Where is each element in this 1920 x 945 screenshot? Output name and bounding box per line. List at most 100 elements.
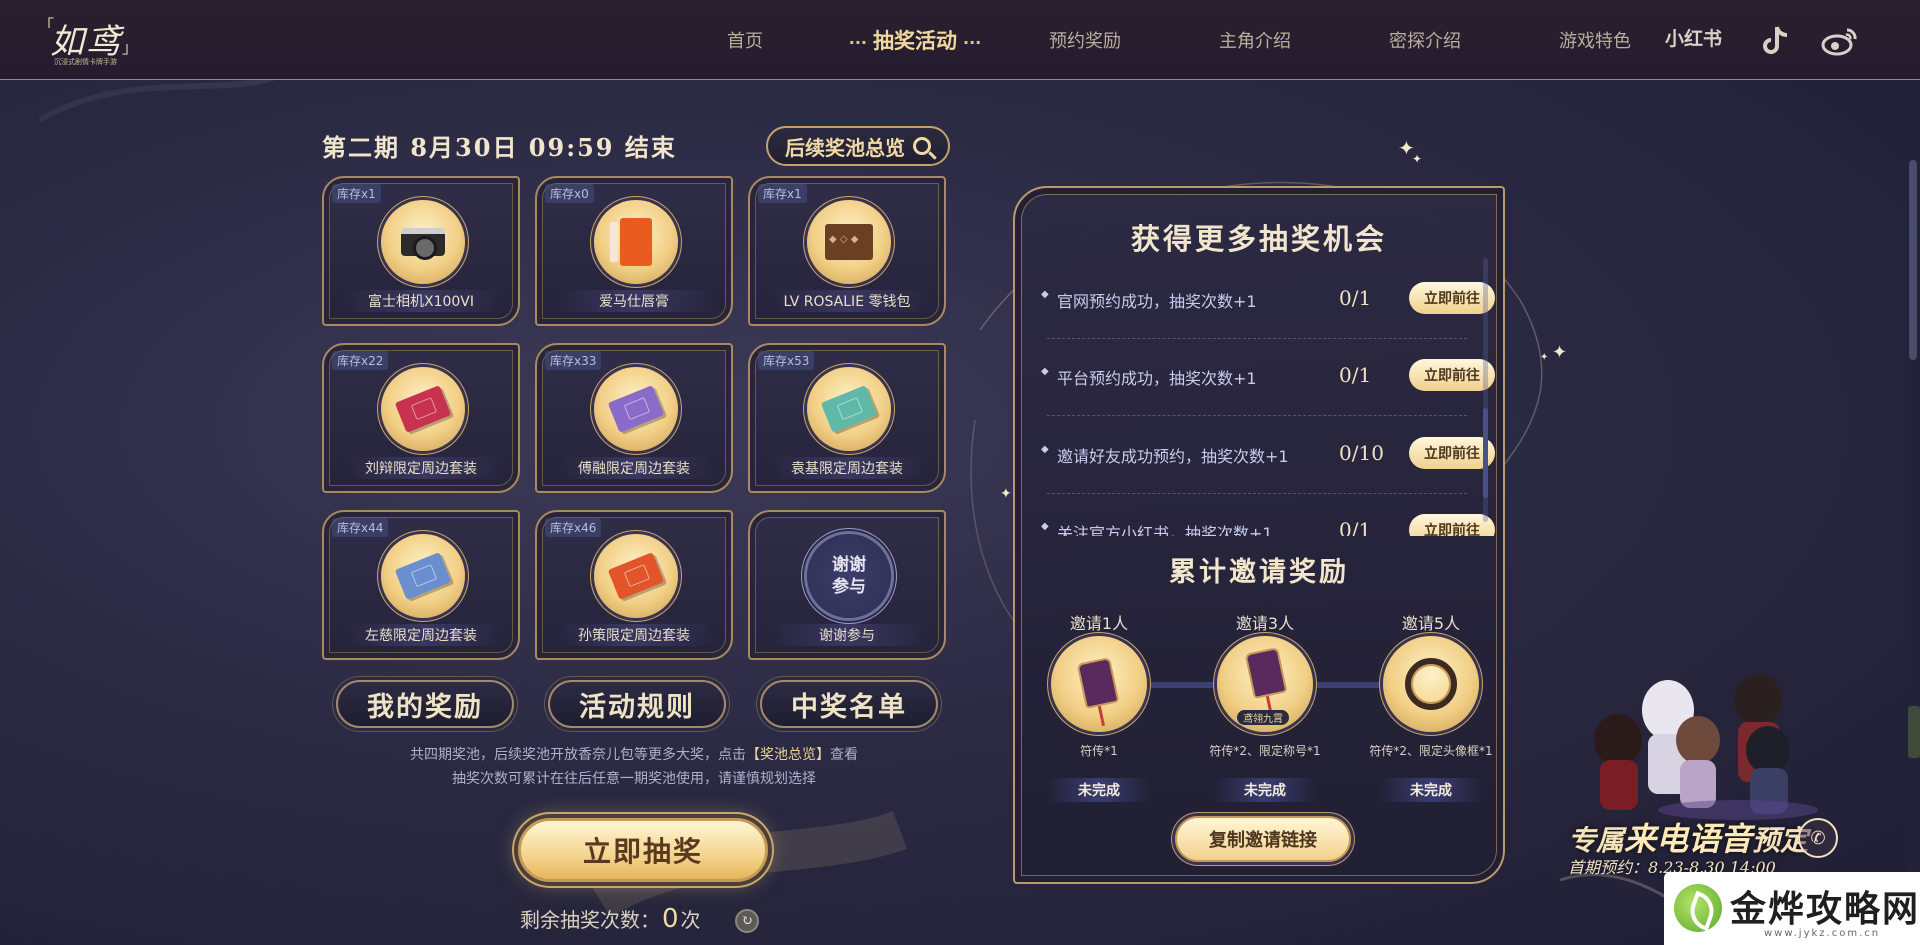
prize-name: 傅融限定周边套装: [578, 461, 690, 477]
merch-book-icon: [594, 367, 678, 451]
task-progress: 0/1: [1339, 518, 1372, 536]
remaining-value: 0: [662, 904, 679, 934]
main-nav: 首页 抽奖活动 预约奖励 主角介绍 密探介绍 游戏特色: [660, 0, 1680, 80]
nav-lottery[interactable]: 抽奖活动: [830, 25, 1000, 55]
pool-overview-link[interactable]: 【奖池总览】: [746, 747, 830, 763]
weibo-icon[interactable]: [1820, 24, 1860, 58]
prize-card-liubian-set[interactable]: 库存x22 刘辩限定周边套装: [322, 343, 520, 493]
task-item: 平台预约成功，抽奖次数+1 0/1 立即前往: [1039, 353, 1495, 429]
task-label: 关注官方小红书，抽奖次数+1: [1041, 520, 1273, 536]
sparkle-icon: ✦: [1000, 486, 1012, 502]
prize-card-lipstick[interactable]: 库存x0 爱马仕唇膏: [535, 176, 733, 326]
prize-grid: 库存x1 富士相机X100VI 库存x0 爱马仕唇膏 库存x1 LV ROSAL…: [322, 176, 946, 662]
prize-stock: 库存x22: [332, 351, 389, 370]
task-item: 官网预约成功，抽奖次数+1 0/1 立即前往: [1039, 276, 1495, 352]
task-list[interactable]: 官网预约成功，抽奖次数+1 0/1 立即前往 平台预约成功，抽奖次数+1 0/1…: [1039, 276, 1495, 536]
prize-name: 刘辩限定周边套装: [365, 461, 477, 477]
thanks-badge: 谢谢参与: [807, 534, 891, 618]
tiktok-icon[interactable]: [1758, 24, 1792, 58]
my-rewards-button[interactable]: 我的奖励: [336, 680, 514, 728]
invite-tier-head: 邀请5人: [1401, 614, 1461, 633]
prize-stock: 库存x46: [545, 518, 602, 537]
prize-stock: 库存x33: [545, 351, 602, 370]
prize-stock: 库存x1: [758, 184, 807, 203]
title-tag: 鸢翎九霄: [1237, 710, 1289, 725]
chibi-characters-illustration: [1594, 674, 1818, 820]
prize-card-zuoci-set[interactable]: 库存x44 左慈限定周边套装: [322, 510, 520, 660]
task-label: 官网预约成功，抽奖次数+1: [1041, 288, 1257, 312]
nav-protagonist[interactable]: 主角介绍: [1170, 27, 1340, 53]
invite-tier-status: 未完成: [1213, 778, 1317, 802]
camera-icon: [381, 200, 465, 284]
lipstick-icon: [594, 200, 678, 284]
divider: [1047, 338, 1467, 339]
invite-tier-status: 未完成: [1047, 778, 1151, 802]
invite-tier-head: 邀请1人: [1069, 614, 1129, 633]
activity-rules-button[interactable]: 活动规则: [548, 680, 726, 728]
prize-card-wallet[interactable]: 库存x1 LV ROSALIE 零钱包: [748, 176, 946, 326]
promo-title-part: 来电: [1624, 820, 1689, 858]
nav-reservation-rewards[interactable]: 预约奖励: [1000, 27, 1170, 53]
scrollbar-thumb[interactable]: [1483, 408, 1488, 498]
talisman-icon: [1051, 636, 1147, 732]
wallet-icon: [807, 200, 891, 284]
top-navigation-bar: 「 如鸢 」 沉浸式剧情卡牌手游 首页 抽奖活动 预约奖励 主角介绍 密探介绍 …: [0, 0, 1920, 80]
remaining-label: 剩余抽奖次数：: [520, 908, 660, 932]
prize-name: 左慈限定周边套装: [365, 628, 477, 644]
side-float-tab[interactable]: [1908, 706, 1920, 758]
refresh-icon[interactable]: ↻: [735, 909, 759, 933]
voice-call-promo[interactable]: 专属来电语音预定 首期预约：8.23-8.30 14:00 ✆: [1558, 660, 1858, 878]
sparkle-icon: ✦: [1412, 152, 1423, 166]
prize-name: LV ROSALIE 零钱包: [783, 294, 911, 310]
prize-name: 爱马仕唇膏: [599, 294, 669, 310]
invite-tier-3: 邀请3人 鸢翎九霄 符传*2、限定称号*1 未完成: [1195, 610, 1335, 810]
prize-card-furong-set[interactable]: 库存x33 傅融限定周边套装: [535, 343, 733, 493]
task-progress: 0/10: [1339, 441, 1384, 465]
task-list-scrollbar[interactable]: [1483, 258, 1488, 522]
site-watermark: 金烨攻略网 www.jykz.com.cn: [1664, 872, 1920, 945]
task-progress: 0/1: [1339, 363, 1372, 387]
prize-card-yuanji-set[interactable]: 库存x53 袁基限定周边套装: [748, 343, 946, 493]
prize-name: 孙策限定周边套装: [578, 628, 690, 644]
task-label: 邀请好友成功预约，抽奖次数+1: [1041, 443, 1289, 467]
phone-icon[interactable]: ✆: [1798, 818, 1838, 858]
draw-now-button[interactable]: 立即抽奖: [518, 818, 768, 882]
divider: [1047, 415, 1467, 416]
logo-bracket-right: 」: [122, 38, 139, 57]
prize-card-sunce-set[interactable]: 库存x46 孙策限定周边套装: [535, 510, 733, 660]
nav-agents[interactable]: 密探介绍: [1340, 27, 1510, 53]
invite-tier-1: 邀请1人 符传*1 未完成: [1029, 610, 1169, 810]
prize-card-thanks[interactable]: 谢谢参与 谢谢参与: [748, 510, 946, 660]
game-logo[interactable]: 「 如鸢 」 沉浸式剧情卡牌手游: [38, 12, 138, 70]
task-item: 邀请好友成功预约，抽奖次数+1 0/10 立即前往: [1039, 431, 1495, 507]
page-scrollbar-thumb[interactable]: [1909, 160, 1917, 360]
invite-tier-status: 未完成: [1379, 778, 1483, 802]
invite-tier-desc: 符传*1: [1080, 744, 1118, 758]
prize-stock: 库存x53: [758, 351, 815, 370]
page-scrollbar[interactable]: [1906, 80, 1920, 945]
sparkle-icon: ✦: [1540, 352, 1549, 363]
xiaohongshu-link[interactable]: 小红书: [1665, 24, 1722, 51]
pool-overview-label: 后续奖池总览: [785, 135, 905, 160]
task-progress: 0/1: [1339, 286, 1372, 310]
nav-features[interactable]: 游戏特色: [1510, 27, 1680, 53]
period-deadline: 第二期 8月30日 09:59 结束: [322, 133, 677, 162]
avatar-frame-icon: [1383, 636, 1479, 732]
invite-tier-desc: 符传*2、限定头像框*1: [1369, 744, 1493, 758]
copy-invite-link-button[interactable]: 复制邀请链接: [1175, 816, 1351, 862]
more-chances-title: 获得更多抽奖机会: [1130, 222, 1387, 256]
invite-tier-desc: 符传*2、限定称号*1: [1209, 744, 1321, 758]
invite-tier-head: 邀请3人: [1235, 614, 1295, 633]
pool-overview-button[interactable]: 后续奖池总览: [766, 126, 950, 166]
talisman-title-icon: 鸢翎九霄: [1217, 636, 1313, 732]
winners-list-button[interactable]: 中奖名单: [760, 680, 938, 728]
remaining-unit: 次: [680, 908, 701, 932]
watermark-url: www.jykz.com.cn: [1764, 928, 1881, 939]
pool-note-line1: 共四期奖池，后续奖池开放香奈儿包等更多大奖，点击【奖池总览】查看: [322, 744, 946, 764]
prize-card-camera[interactable]: 库存x1 富士相机X100VI: [322, 176, 520, 326]
thanks-badge-text: 谢谢参与: [832, 555, 866, 597]
prize-name: 袁基限定周边套装: [791, 461, 903, 477]
logo-subtitle: 沉浸式剧情卡牌手游: [54, 58, 117, 66]
nav-home[interactable]: 首页: [660, 27, 830, 53]
prize-name: 富士相机X100VI: [367, 294, 475, 310]
